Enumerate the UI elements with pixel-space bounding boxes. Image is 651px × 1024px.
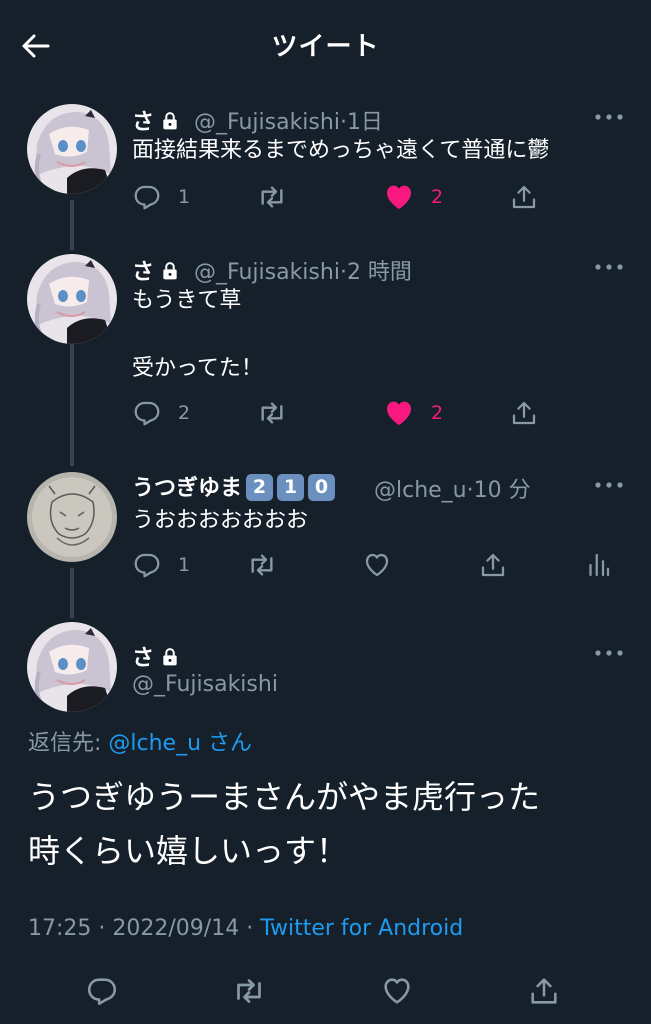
lock-icon [160, 261, 180, 281]
share-button[interactable] [509, 396, 539, 430]
tweet-text: うつぎゆうーまさんがやま虎行った 時くらい嬉しいっす！ [28, 778, 541, 870]
analytics-icon [583, 550, 613, 580]
page-title: ツイート [271, 32, 380, 62]
handle[interactable]: @_Fujisakishi [194, 260, 340, 285]
timestamp: 17:25 [28, 916, 92, 941]
handle-and-time: @_Fujisakishi·1日 [194, 110, 383, 135]
retweet-icon [256, 397, 288, 429]
date: 2022/09/14 [112, 916, 240, 941]
reply-button[interactable]: 1 [132, 548, 190, 582]
reply-icon [85, 974, 119, 1008]
like-icon [362, 550, 392, 580]
reply-to-link[interactable]: @lche_u さん [108, 731, 252, 756]
reply-icon [132, 182, 162, 212]
like-button[interactable]: 2 [383, 180, 443, 214]
handle[interactable]: @lche_u [374, 478, 467, 503]
retweet-button[interactable] [256, 180, 304, 214]
display-name[interactable]: うつぎゆま 2 1 0 [132, 470, 336, 502]
like-icon [383, 181, 415, 213]
handle[interactable]: @_Fujisakishi [132, 672, 278, 697]
display-name[interactable]: さ [132, 640, 180, 672]
share-icon [478, 550, 508, 580]
like-button[interactable]: 2 [383, 396, 443, 430]
reply-icon [132, 550, 162, 580]
like-icon [380, 974, 414, 1008]
thread-line [70, 342, 74, 466]
retweet-icon [246, 549, 278, 581]
timestamp[interactable]: 1日 [347, 110, 383, 135]
source-link[interactable]: Twitter for Android [260, 916, 463, 941]
avatar[interactable] [27, 472, 117, 562]
more-icon[interactable] [594, 648, 624, 658]
like-button[interactable] [362, 548, 408, 582]
reply-to: 返信先: @lche_u さん [28, 731, 253, 756]
retweet-button[interactable] [256, 396, 304, 430]
avatar[interactable] [27, 104, 117, 194]
display-name[interactable]: さ [132, 104, 180, 136]
lock-icon [160, 647, 180, 667]
thread-line [70, 568, 74, 618]
share-button[interactable] [527, 974, 561, 1008]
timestamp[interactable]: 2 時間 [347, 260, 412, 285]
tweet-text: 面接結果来るまでめっちゃ遠くて普通に鬱 [132, 138, 550, 163]
tweet-metadata: 17:25 · 2022/09/14 · Twitter for Android [28, 916, 464, 941]
tweet-text: うおおおおおおお [132, 508, 309, 533]
share-button[interactable] [478, 548, 508, 582]
keycap-2-emoji: 2 [246, 474, 274, 501]
more-icon[interactable] [594, 262, 624, 272]
keycap-0-emoji: 0 [308, 474, 336, 501]
reply-button[interactable]: 2 [132, 396, 190, 430]
retweet-button[interactable] [246, 548, 294, 582]
retweet-button[interactable] [231, 974, 267, 1008]
reply-button[interactable] [85, 974, 119, 1008]
display-name[interactable]: さ [132, 254, 180, 286]
share-icon [509, 398, 539, 428]
like-button[interactable] [380, 974, 414, 1008]
retweet-icon [231, 973, 267, 1009]
thread-line [70, 200, 74, 250]
avatar[interactable] [27, 622, 117, 712]
analytics-button[interactable] [583, 548, 613, 582]
top-bar: ツイート [0, 0, 651, 92]
timestamp[interactable]: 10 分 [474, 478, 531, 503]
reply-button[interactable]: 1 [132, 180, 190, 214]
handle[interactable]: @_Fujisakishi [194, 110, 340, 135]
like-icon [383, 397, 415, 429]
handle-and-time: @_Fujisakishi·2 時間 [194, 260, 412, 285]
tweet-text: もうきて草 受かってた！ [132, 288, 263, 381]
lock-icon [160, 111, 180, 131]
retweet-icon [256, 181, 288, 213]
share-icon [509, 182, 539, 212]
share-button[interactable] [509, 180, 539, 214]
handle-and-time: @lche_u·10 分 [374, 478, 531, 503]
avatar[interactable] [27, 254, 117, 344]
reply-icon [132, 398, 162, 428]
keycap-1-emoji: 1 [277, 474, 305, 501]
more-icon[interactable] [594, 480, 624, 490]
more-icon[interactable] [594, 112, 624, 122]
share-icon [527, 974, 561, 1008]
